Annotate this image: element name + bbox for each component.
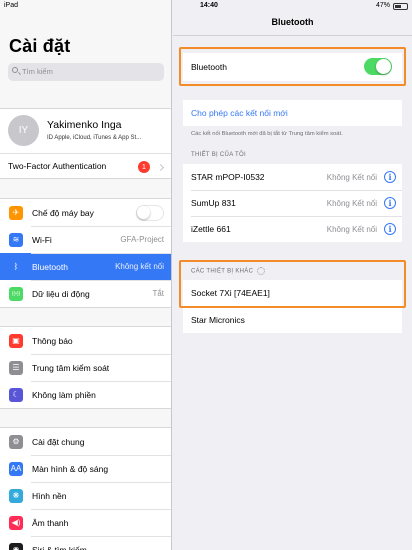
gear-icon: ⚙ [9,434,23,449]
sidebar-item-cellular[interactable]: ((•)) Dữ liệu di động Tắt [0,280,171,307]
device-label: iPad [4,2,19,9]
sidebar-item-label: Hình nền [32,490,67,501]
two-factor-authentication-row[interactable]: Two-Factor Authentication 1 [0,153,171,179]
sidebar-item-sound[interactable]: ◀) Âm thanh [0,509,171,536]
notifications-group: ▣ Thông báo ☰ Trung tâm kiểm soát ☾ Không làm… [0,326,171,409]
device-row[interactable]: SumUp 831 Không Kết nối i [183,190,402,216]
device-status: Không Kết nối [326,198,377,208]
sidebar-item-wifi[interactable]: ≋ Wi-Fi GFA-Project [0,226,171,253]
device-row[interactable]: STAR mPOP-I0532 Không Kết nối i [183,164,402,190]
highlight-box-bluetooth [179,47,406,86]
bluetooth-pane: Bluetooth Bluetooth Cho phép các kết nối… [173,0,412,550]
sidebar-item-label: Wi-Fi [32,234,52,245]
sidebar-item-notifications[interactable]: ▣ Thông báo [0,327,171,354]
notifications-icon: ▣ [9,333,23,348]
sidebar-item-airplane[interactable]: ✈ Chế độ máy bay [0,199,171,226]
status-bar: iPad 14:40 47% [0,0,412,12]
control-center-icon: ☰ [9,360,23,375]
sidebar-item-value: Tắt [152,289,164,298]
status-time: 14:40 [200,2,218,9]
battery-fill [395,5,402,8]
allow-new-connections-link[interactable]: Cho phép các kết nối mới [191,108,288,118]
allow-footnote: Các kết nối Bluetooth mới đã bị tắt từ T… [191,131,343,137]
display-icon: AA [9,461,23,476]
sidebar-item-value: Không kết nối [115,262,164,271]
my-devices-header: THIẾT BỊ CỦA TÔI [191,152,246,158]
device-row[interactable]: Star Micronics [183,307,402,333]
connectivity-group: ✈ Chế độ máy bay ≋ Wi-Fi GFA-Project ᛒ Bluetoo… [0,198,171,308]
nav-title: Bluetooth [271,17,314,27]
sidebar-item-label: Thông báo [32,335,73,346]
sidebar-item-label: Siri & tìm kiếm [32,544,87,550]
device-name: STAR mPOP-I0532 [191,172,265,182]
search-input[interactable]: Tìm kiếm [8,63,164,81]
sidebar-item-bluetooth[interactable]: ᛒ Bluetooth Không kết nối [0,253,171,280]
search-icon [12,67,18,73]
info-icon[interactable]: i [384,223,396,235]
device-status: Không Kết nối [326,172,377,182]
device-status: Không Kết nối [326,224,377,234]
allow-new-connections-row[interactable]: Cho phép các kết nối mới [183,100,402,126]
bluetooth-icon: ᛒ [9,259,23,274]
sidebar-item-value: GFA-Project [120,235,164,244]
airplane-icon: ✈ [9,205,23,220]
sidebar-item-label: Không làm phiền [32,389,96,400]
page-title: Cài đặt [9,36,71,56]
avatar: IY [8,115,39,146]
settings-sidebar: Cài đặt Tìm kiếm IY Yakimenko Inga ID Ap… [0,0,172,550]
sidebar-item-label: Cài đặt chung [32,436,85,447]
allow-connections-cell: Cho phép các kết nối mới [183,100,402,126]
general-group: ⚙ Cài đặt chung AA Màn hình & độ sáng ❋ Hình … [0,427,171,550]
my-devices-list: STAR mPOP-I0532 Không Kết nối i SumUp 831 Kh… [183,164,402,242]
cellular-icon: ((•)) [9,286,23,301]
apple-id-profile[interactable]: IY Yakimenko Inga ID Apple, iCloud, iTun… [0,108,171,153]
profile-name: Yakimenko Inga [47,119,122,131]
battery-icon [393,3,408,10]
battery-percent: 47% [375,2,390,9]
info-icon[interactable]: i [384,171,396,183]
chevron-right-icon [156,163,165,172]
sidebar-item-label: Bluetooth [32,261,68,272]
highlight-box-other-devices [179,260,406,308]
sidebar-item-label: Chế độ máy bay [32,207,94,218]
wallpaper-icon: ❋ [9,488,23,503]
moon-icon: ☾ [9,387,23,402]
sound-icon: ◀) [9,515,23,530]
notification-badge: 1 [138,161,150,173]
sidebar-item-label: Âm thanh [32,517,69,528]
search-placeholder: Tìm kiếm [22,67,53,76]
navbar-divider [173,35,412,36]
device-name: iZettle 661 [191,224,231,234]
two-factor-label: Two-Factor Authentication [8,161,107,171]
wifi-icon: ≋ [9,232,23,247]
sidebar-item-wallpaper[interactable]: ❋ Hình nền [0,482,171,509]
sidebar-item-moon[interactable]: ☾ Không làm phiền [0,381,171,408]
sidebar-item-gear[interactable]: ⚙ Cài đặt chung [0,428,171,455]
device-row[interactable]: iZettle 661 Không Kết nối i [183,216,402,242]
sidebar-item-label: Dữ liệu di động [32,288,90,299]
info-icon[interactable]: i [384,197,396,209]
profile-subtitle: ID Apple, iCloud, iTunes & App St... [47,135,142,141]
sidebar-item-control-center[interactable]: ☰ Trung tâm kiểm soát [0,354,171,381]
device-name: SumUp 831 [191,198,236,208]
siri-icon: ◉ [9,542,23,550]
sidebar-item-label: Màn hình & độ sáng [32,463,109,474]
sidebar-item-siri[interactable]: ◉ Siri & tìm kiếm [0,536,171,550]
sidebar-item-label: Trung tâm kiểm soát [32,362,110,373]
device-name: Star Micronics [191,315,245,325]
airplane-mode-toggle[interactable] [136,204,164,221]
toggle-knob [137,205,150,219]
sidebar-item-display[interactable]: AA Màn hình & độ sáng [0,455,171,482]
